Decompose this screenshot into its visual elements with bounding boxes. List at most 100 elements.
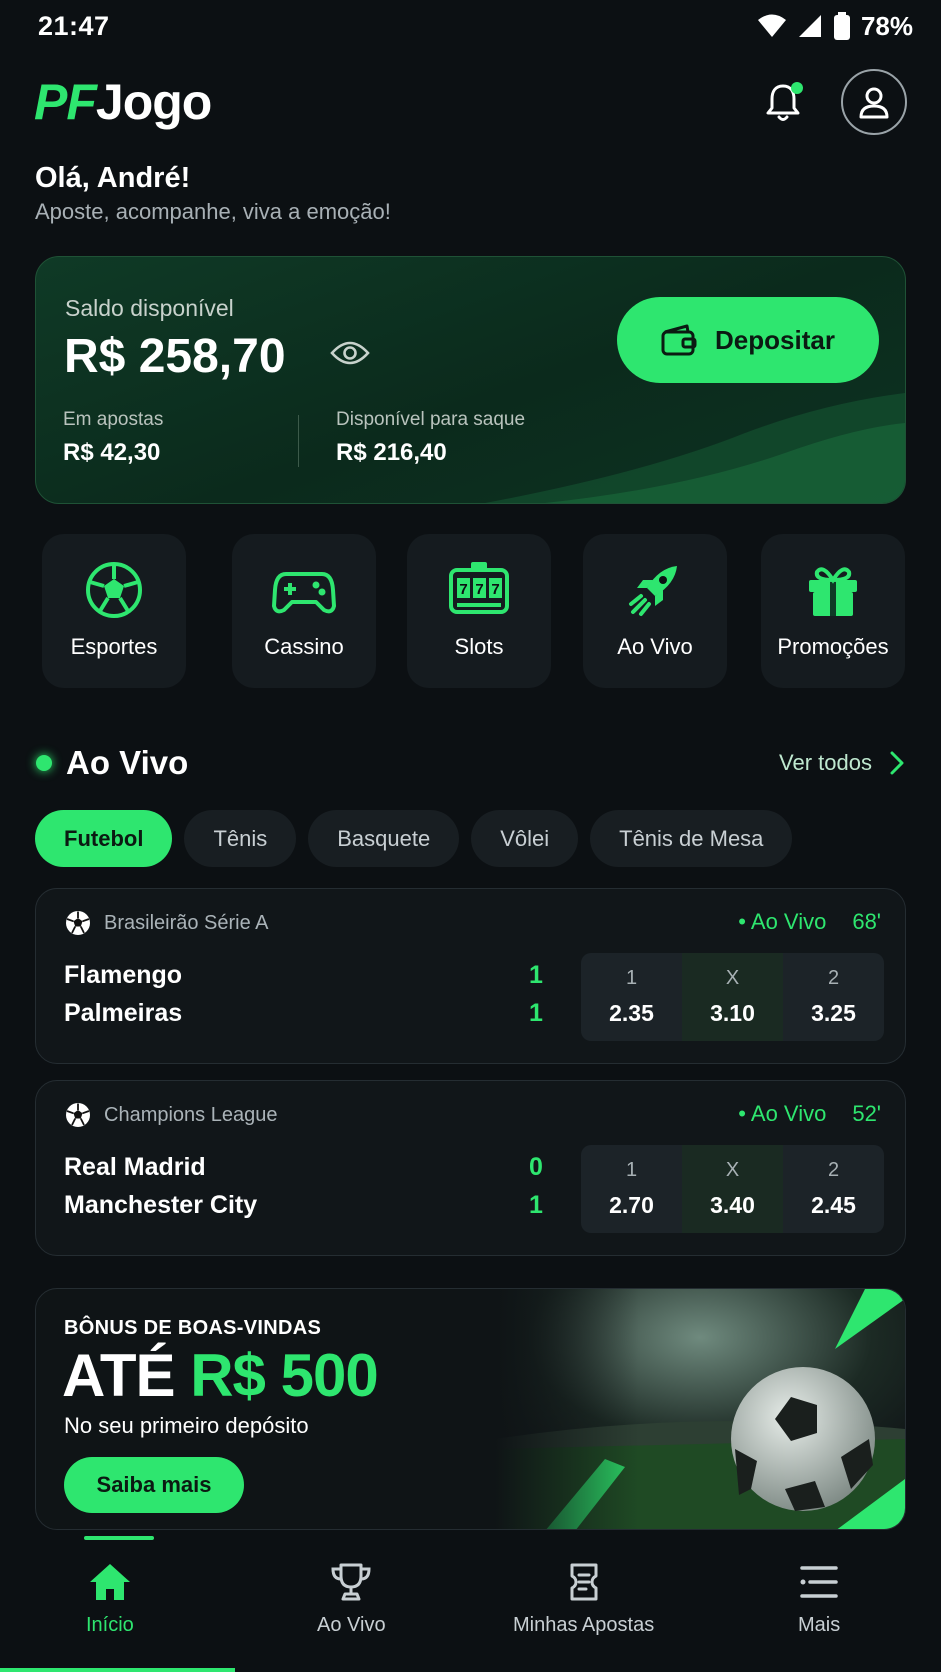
status-bar: 21:47 78% [0,0,941,52]
odd-away[interactable]: 2 3.25 [783,953,884,1041]
league-name: Brasileirão Série A [104,911,269,934]
odds-group: 1 2.70 X 3.40 2 2.45 [581,1145,884,1233]
sport-tabs: Futebol Tênis Basquete Vôlei Tênis de Me… [35,810,793,867]
odd-value: 3.25 [811,1000,856,1026]
svg-text:7: 7 [459,581,467,598]
nav-ao-vivo[interactable]: Ao Vivo [317,1562,386,1637]
gesture-bar [0,1668,235,1672]
category-grid: Esportes Cassino 7 7 7 Slots Ao Vivo Pro… [42,534,906,688]
away-score: 1 [529,999,543,1027]
odd-label: 2 [827,967,840,989]
match-minute: 52' [852,1101,881,1126]
profile-button[interactable] [841,69,907,135]
wifi-icon [757,14,786,37]
withdrawable-label: Disponível para saque [336,409,526,430]
nav-label: Ao Vivo [317,1614,386,1636]
tab-futebol[interactable]: Futebol [35,810,173,867]
league-name: Champions League [104,1103,278,1126]
match-minute: 68' [852,909,881,934]
logo-jogo: Jogo [95,74,212,130]
promo-cta-button[interactable]: Saiba mais [64,1457,244,1513]
match-live-status: • Ao Vivo 52' [738,1101,881,1127]
live-section-title: Ao Vivo [66,744,189,781]
notifications-button[interactable] [761,80,805,124]
notification-dot [791,82,803,94]
category-esportes[interactable]: Esportes [42,534,186,688]
gamepad-icon [272,572,336,614]
balance-card: Saldo disponível R$ 258,70 Depositar Em … [35,256,906,504]
category-slots[interactable]: 7 7 7 Slots [407,534,551,688]
soccer-ball-icon [86,562,142,618]
live-section-title-group: Ao Vivo [36,744,188,782]
category-label: Promoções [777,634,889,659]
tab-tenis-de-mesa[interactable]: Tênis de Mesa [590,810,793,867]
odd-draw[interactable]: X 3.40 [682,1145,783,1233]
nav-mais[interactable]: Mais [798,1562,840,1637]
deposit-button[interactable]: Depositar [617,297,879,383]
odd-label: 1 [625,967,638,989]
promo-kicker: BÔNUS DE BOAS-VINDAS [64,1317,322,1339]
match-card[interactable]: Brasileirão Série A • Ao Vivo 68' Flamen… [35,888,906,1064]
odd-value: 2.35 [609,1000,654,1026]
category-cassino[interactable]: Cassino [232,534,376,688]
odd-label: X [725,1159,740,1181]
odd-draw[interactable]: X 3.10 [682,953,783,1041]
tab-tenis[interactable]: Tênis [184,810,297,867]
odd-home[interactable]: 1 2.70 [581,1145,682,1233]
rocket-icon [629,566,677,616]
category-label: Cassino [264,634,344,659]
promo-headline-white: ATÉ [62,1342,176,1409]
category-promocoes[interactable]: Promoções [761,534,905,688]
away-team: Palmeiras [64,999,183,1027]
match-league: Brasileirão Série A [64,909,269,937]
promo-banner[interactable]: BÔNUS DE BOAS-VINDAS ATÉ R$ 500 No seu p… [35,1288,906,1530]
live-section-header: Ao Vivo Ver todos [36,744,904,782]
nav-label: Início [86,1614,134,1636]
nav-active-indicator [84,1536,154,1540]
header-actions [761,69,907,135]
home-score: 1 [529,961,543,989]
nav-minhas-apostas[interactable]: Minhas Apostas [513,1562,654,1637]
odd-value: 2.70 [609,1192,654,1218]
odd-away[interactable]: 2 2.45 [783,1145,884,1233]
logo-pf: PF [34,74,97,130]
match-live-status: • Ao Vivo 68' [738,909,881,935]
home-team: Real Madrid [64,1153,206,1181]
app-logo[interactable]: PFJogo [34,73,212,131]
withdrawable-value: R$ 216,40 [336,439,447,466]
menu-icon [800,1566,838,1598]
svg-text:7: 7 [475,581,483,598]
tab-basquete[interactable]: Basquete [308,810,460,867]
promo-headline-amount: R$ 500 [190,1342,378,1409]
in-bets-label: Em apostas [63,409,164,430]
match-card[interactable]: Champions League • Ao Vivo 52' Real Madr… [35,1080,906,1256]
odd-label: X [725,967,740,989]
signal-icon [798,15,821,37]
nav-inicio[interactable]: Início [86,1562,134,1637]
ticket-icon [570,1563,598,1601]
odd-value: 3.10 [710,1000,755,1026]
nav-label: Minhas Apostas [513,1614,655,1636]
eye-icon[interactable] [330,339,370,367]
greeting: Olá, André! Aposte, acompanhe, viva a em… [35,162,391,225]
odd-label: 2 [827,1159,840,1181]
category-ao-vivo[interactable]: Ao Vivo [583,534,727,688]
battery-icon [833,12,850,40]
balance-divider [298,415,299,467]
odd-home[interactable]: 1 2.35 [581,953,682,1041]
withdrawable: Disponível para saque R$ 216,40 [336,409,525,467]
gift-icon [809,567,857,616]
chevron-right-icon [890,751,904,775]
app-header: PFJogo [34,62,907,142]
category-label: Ao Vivo [617,634,693,659]
home-icon [89,1564,130,1600]
away-team: Manchester City [64,1191,258,1219]
in-bets-value: R$ 42,30 [63,439,161,466]
slot-machine-icon: 7 7 7 [449,562,509,614]
match-league: Champions League [64,1101,277,1129]
odds-group: 1 2.35 X 3.10 2 3.25 [581,953,884,1041]
tab-volei[interactable]: Vôlei [471,810,579,867]
battery-percent: 78% [860,10,913,41]
user-icon [859,87,889,119]
see-all-link[interactable]: Ver todos [779,750,904,776]
